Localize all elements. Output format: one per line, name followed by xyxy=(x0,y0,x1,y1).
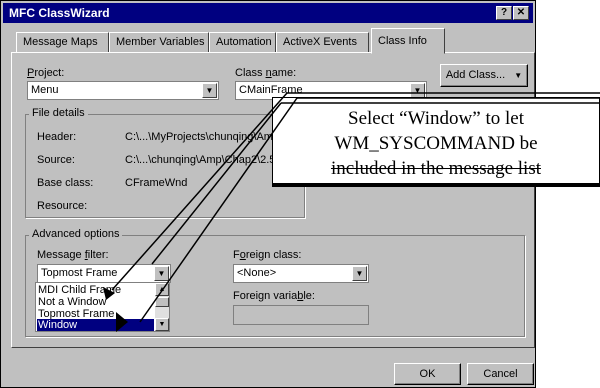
callout-line-3: included in the message list xyxy=(330,158,541,179)
cancel-button[interactable]: Cancel xyxy=(467,363,534,385)
header-value: C:\...\MyProjects\chunqing\Amp xyxy=(125,131,280,143)
scroll-thumb[interactable] xyxy=(155,297,169,307)
message-filter-combo[interactable]: Topmost Frame ▼ xyxy=(37,264,171,283)
list-scrollbar[interactable]: ▲ ▼ xyxy=(155,283,169,331)
classname-label: Class name: xyxy=(235,67,297,79)
chevron-down-icon: ▼ xyxy=(514,71,523,80)
chevron-down-icon[interactable]: ▼ xyxy=(154,266,169,281)
project-label: Project: xyxy=(27,67,65,79)
list-item-not-a-window[interactable]: Not a Window xyxy=(38,296,154,308)
source-label: Source: xyxy=(37,154,75,166)
classname-value: CMainFrame xyxy=(239,84,303,96)
base-class-value: CFrameWnd xyxy=(125,177,188,189)
base-class-label: Base class: xyxy=(37,177,94,189)
annotation-callout: Select “Window” to let WM_SYSCOMMAND be … xyxy=(272,97,600,184)
message-filter-list[interactable]: MDI Child Frame Not a Window Topmost Fra… xyxy=(35,282,170,332)
list-item-mdi-child-frame[interactable]: MDI Child Frame xyxy=(38,284,154,296)
foreign-class-combo[interactable]: <None> ▼ xyxy=(233,264,369,283)
add-class-button[interactable]: Add Class... ▼ xyxy=(440,64,528,87)
tab-class-info[interactable]: Class Info xyxy=(371,28,445,54)
tab-member-variables[interactable]: Member Variables xyxy=(109,32,209,52)
tab-activex-events[interactable]: ActiveX Events xyxy=(276,32,369,52)
message-filter-value: Topmost Frame xyxy=(41,267,118,279)
chevron-down-icon[interactable]: ▼ xyxy=(202,83,217,98)
scroll-down-icon[interactable]: ▼ xyxy=(155,318,169,331)
foreign-class-value: <None> xyxy=(237,267,277,279)
project-value: Menu xyxy=(31,84,59,96)
help-button[interactable]: ? xyxy=(496,6,512,20)
project-combo[interactable]: Menu ▼ xyxy=(27,81,219,100)
chevron-down-icon[interactable]: ▼ xyxy=(410,83,425,98)
add-class-label: Add Class... xyxy=(445,69,506,81)
source-value: C:\...\chunqing\Amp\Chap2\2.5 xyxy=(125,154,276,166)
callout-line-2: WM_SYSCOMMAND be xyxy=(334,133,538,154)
window-title: MFC ClassWizard xyxy=(9,6,110,20)
foreign-variable-field[interactable] xyxy=(233,305,369,325)
resource-label: Resource: xyxy=(37,200,88,212)
ok-button[interactable]: OK xyxy=(394,363,461,385)
title-bar: MFC ClassWizard ? ✕ xyxy=(3,3,533,23)
callout-line-1: Select “Window” to let xyxy=(348,108,524,129)
tab-automation[interactable]: Automation xyxy=(209,32,276,52)
scroll-up-icon[interactable]: ▲ xyxy=(155,283,169,296)
foreign-class-label: Foreign class: xyxy=(233,249,302,261)
advanced-options-title: Advanced options xyxy=(29,228,123,240)
list-item-window[interactable]: Window xyxy=(37,319,154,331)
foreign-variable-label: Foreign variable: xyxy=(233,290,315,302)
classwizard-dialog: MFC ClassWizard ? ✕ Message Maps Member … xyxy=(0,0,536,388)
file-details-title: File details xyxy=(29,107,88,119)
message-filter-label: Message filter: xyxy=(37,249,109,261)
close-button[interactable]: ✕ xyxy=(513,6,529,20)
tab-message-maps[interactable]: Message Maps xyxy=(16,32,109,52)
chevron-down-icon[interactable]: ▼ xyxy=(352,266,367,281)
header-label: Header: xyxy=(37,131,77,143)
